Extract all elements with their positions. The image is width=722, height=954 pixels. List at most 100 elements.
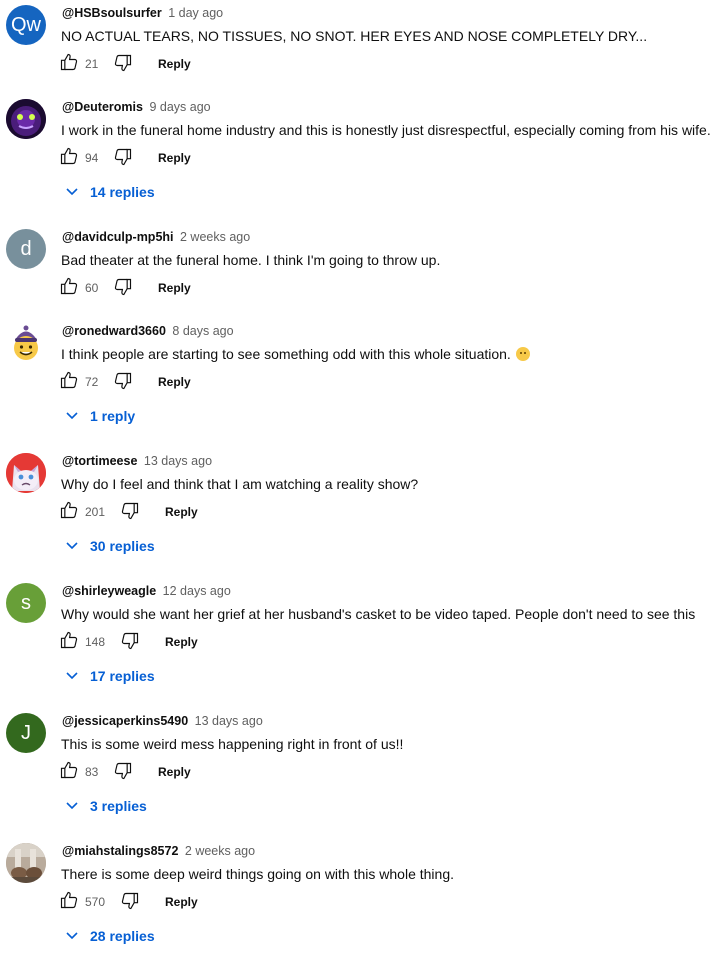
avatar-letter: J (21, 721, 31, 744)
thumb-down-icon (114, 54, 132, 72)
chevron-down-icon (66, 932, 78, 940)
comment-time[interactable]: 1 day ago (168, 6, 223, 20)
reply-button[interactable]: Reply (158, 57, 191, 71)
dislike-button[interactable] (113, 146, 133, 168)
comment-author[interactable]: @tortimeese (62, 454, 137, 468)
chevron-down-icon (66, 188, 78, 196)
avatar-letter: Qw (11, 13, 41, 36)
thumb-up-icon (60, 761, 78, 779)
comment-time[interactable]: 9 days ago (149, 100, 210, 114)
comment-author[interactable]: @Deuteromis (62, 100, 143, 114)
thumb-down-icon (114, 762, 132, 780)
thumb-down-icon (114, 278, 132, 296)
view-replies-button[interactable]: 17 replies (66, 668, 155, 684)
like-button[interactable] (59, 759, 79, 781)
avatar[interactable] (6, 323, 46, 363)
dislike-button[interactable] (113, 760, 133, 782)
like-count: 201 (85, 505, 106, 519)
like-button[interactable] (59, 889, 79, 911)
comment-header: @miahstalings8572 2 weeks ago (62, 843, 255, 859)
like-button[interactable] (59, 51, 79, 73)
avatar-letter: d (20, 237, 32, 260)
dislike-button[interactable] (113, 276, 133, 298)
replies-count: 17 replies (90, 668, 155, 684)
like-button[interactable] (59, 145, 79, 167)
replies-count: 14 replies (90, 184, 155, 200)
comment-text: I think people are starting to see somet… (61, 346, 511, 362)
comment-text-row: I think people are starting to see somet… (61, 344, 530, 364)
view-replies-button[interactable]: 14 replies (66, 184, 155, 200)
dislike-button[interactable] (113, 52, 133, 74)
like-count: 21 (85, 57, 99, 71)
comment-author[interactable]: @davidculp-mp5hi (62, 230, 174, 244)
comment-text: Why do I feel and think that I am watchi… (61, 476, 419, 492)
reply-button[interactable]: Reply (165, 895, 198, 909)
comment-author[interactable]: @miahstalings8572 (62, 844, 178, 858)
replies-count: 30 replies (90, 538, 155, 554)
dislike-button[interactable] (113, 370, 133, 392)
like-count: 72 (85, 375, 99, 389)
chevron-down-icon (66, 542, 78, 550)
comment-author[interactable]: @jessicaperkins5490 (62, 714, 188, 728)
thumb-up-icon (60, 891, 78, 909)
avatar-letter: s (21, 591, 31, 614)
comment-header: @ronedward3660 8 days ago (62, 323, 234, 339)
thumb-up-icon (60, 53, 78, 71)
like-count: 570 (85, 895, 106, 909)
dislike-button[interactable] (120, 500, 140, 522)
grumpy-cat-avatar-icon (6, 453, 46, 493)
reply-button[interactable]: Reply (158, 151, 191, 165)
comment-header: @shirleyweagle 12 days ago (62, 583, 231, 599)
dislike-button[interactable] (120, 890, 140, 912)
avatar[interactable]: J (6, 713, 46, 753)
comment-time[interactable]: 13 days ago (195, 714, 263, 728)
like-button[interactable] (59, 275, 79, 297)
comment-author[interactable]: @HSBsoulsurfer (62, 6, 162, 20)
replies-count: 3 replies (90, 798, 147, 814)
comment-header: @HSBsoulsurfer 1 day ago (62, 5, 223, 21)
comment-text: Why would she want her grief at her husb… (61, 606, 696, 622)
avatar[interactable] (6, 99, 46, 139)
view-replies-button[interactable]: 30 replies (66, 538, 155, 554)
view-replies-button[interactable]: 28 replies (66, 928, 155, 944)
dislike-button[interactable] (120, 630, 140, 652)
comment-time[interactable]: 13 days ago (144, 454, 212, 468)
reply-button[interactable]: Reply (158, 281, 191, 295)
comment-time[interactable]: 2 weeks ago (180, 230, 250, 244)
comment-header: @Deuteromis 9 days ago (62, 99, 211, 115)
avatar[interactable]: d (6, 229, 46, 269)
avatar[interactable] (6, 843, 46, 883)
chevron-down-icon (66, 412, 78, 420)
comment-header: @davidculp-mp5hi 2 weeks ago (62, 229, 250, 245)
reply-button[interactable]: Reply (158, 765, 191, 779)
view-replies-button[interactable]: 3 replies (66, 798, 147, 814)
like-button[interactable] (59, 369, 79, 391)
comment-time[interactable]: 12 days ago (163, 584, 231, 598)
comment-text: I work in the funeral home industry and … (61, 122, 711, 138)
comment-header: @jessicaperkins5490 13 days ago (62, 713, 263, 729)
thumb-up-icon (60, 277, 78, 295)
avatar[interactable]: Qw (6, 5, 46, 45)
comment-author[interactable]: @ronedward3660 (62, 324, 166, 338)
avatar[interactable] (6, 453, 46, 493)
like-button[interactable] (59, 629, 79, 651)
replies-count: 28 replies (90, 928, 155, 944)
emoji-face-avatar-icon (6, 323, 46, 363)
avatar[interactable]: s (6, 583, 46, 623)
thumb-up-icon (60, 147, 78, 165)
like-button[interactable] (59, 499, 79, 521)
comment-time[interactable]: 8 days ago (172, 324, 233, 338)
like-count: 94 (85, 151, 99, 165)
reply-button[interactable]: Reply (158, 375, 191, 389)
reply-button[interactable]: Reply (165, 505, 198, 519)
comment-text: Bad theater at the funeral home. I think… (61, 252, 441, 268)
chevron-down-icon (66, 802, 78, 810)
replies-count: 1 reply (90, 408, 136, 424)
reply-button[interactable]: Reply (165, 635, 198, 649)
comment-time[interactable]: 2 weeks ago (185, 844, 255, 858)
thumb-down-icon (114, 372, 132, 390)
comment-author[interactable]: @shirleyweagle (62, 584, 156, 598)
like-count: 60 (85, 281, 99, 295)
view-replies-button[interactable]: 1 reply (66, 408, 135, 424)
thumb-up-icon (60, 501, 78, 519)
